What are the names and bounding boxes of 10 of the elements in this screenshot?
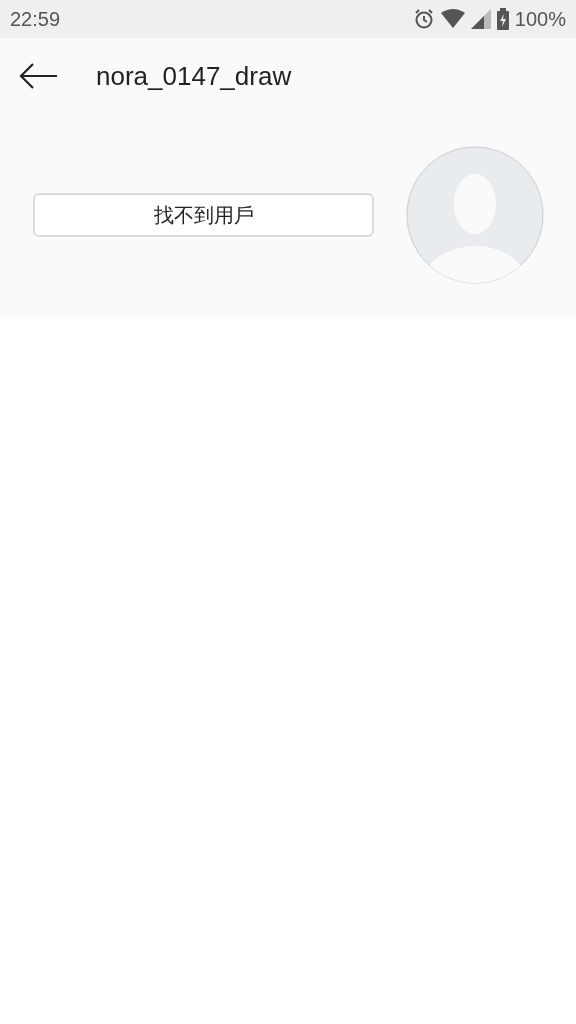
battery-charging-icon [496, 8, 509, 30]
username-title: nora_0147_draw [96, 60, 292, 92]
battery-percentage: 100% [514, 7, 566, 31]
back-button[interactable] [18, 61, 58, 91]
wifi-icon [440, 9, 465, 29]
status-time: 22:59 [10, 7, 61, 31]
avatar-placeholder-icon [406, 146, 544, 284]
signal-icon [470, 9, 491, 29]
user-not-found-button[interactable]: 找不到用戶 [33, 193, 374, 237]
back-arrow-icon [18, 61, 58, 91]
